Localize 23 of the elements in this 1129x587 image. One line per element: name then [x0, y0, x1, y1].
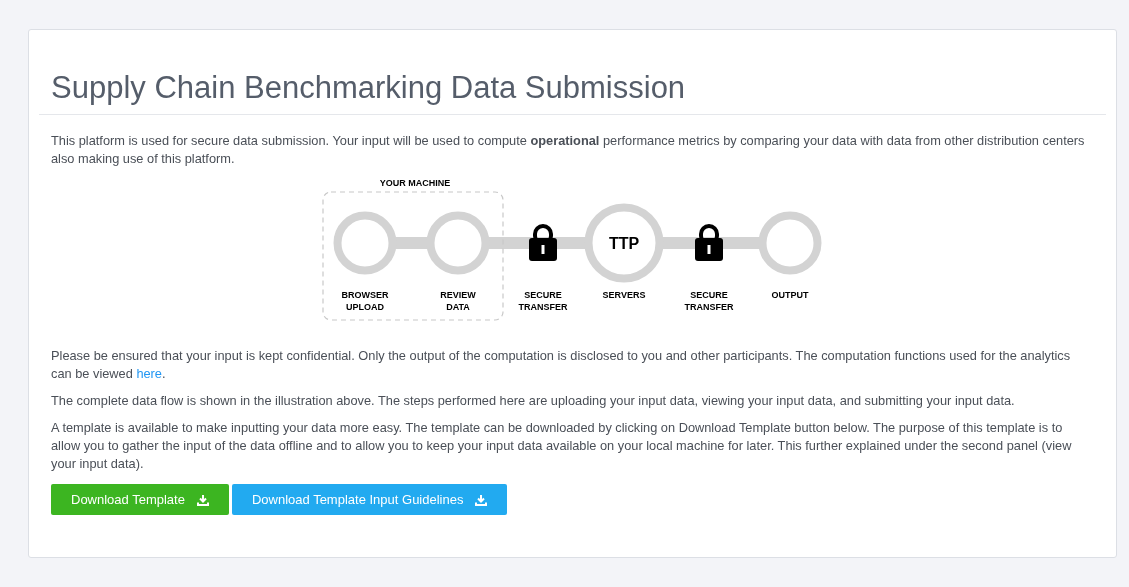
node-text: TTP	[608, 235, 639, 252]
step-label: OUTPUT	[771, 290, 808, 300]
here-link[interactable]: here	[136, 366, 162, 381]
download-icon	[196, 493, 209, 506]
intro-paragraph: This platform is used for secure data submission. Your input will be used to compute operational performance metrics by comparing your data with data from other distribution centers also making use of this platform.	[51, 132, 1086, 168]
step-label: BROWSER UPLOAD	[341, 290, 388, 312]
group-label: YOUR MACHINE	[379, 178, 450, 188]
node-circle	[426, 211, 489, 275]
download-icon	[475, 493, 488, 506]
node-circle	[758, 211, 821, 275]
node-circle	[333, 211, 396, 275]
body-paragraph: Please be ensured that your input is kept confidential. Only the output of the computation is disclosed to you and other participants. The computation functions used for the analytics can be viewed here.	[51, 347, 1072, 383]
body-paragraph: A template is available to make inputting your data more easy. The template can be downloaded by clicking on Download Template button below. The purpose of this template is to allow you to gather the input of the data offline and to allow you to keep your input data available on your local machine for later. This further explained under the second panel (view your input data).	[51, 419, 1073, 473]
download-button[interactable]: Download Template Input Guidelines	[231, 484, 508, 515]
download-button[interactable]: Download Template	[51, 484, 229, 515]
step-label: REVIEW DATA	[439, 290, 476, 312]
lock-icon	[528, 224, 557, 261]
step-label: SECURE TRANSFER	[518, 290, 567, 312]
body-paragraph: The complete data flow is shown in the illustration above. The steps performed here are uploading your input data, viewing your input data, and submitting your input data.	[51, 392, 1016, 410]
step-label: SERVERS	[602, 290, 645, 300]
step-label: SECURE TRANSFER	[684, 290, 733, 312]
lock-icon	[694, 224, 723, 261]
page-title: Supply Chain Benchmarking Data Submission	[39, 68, 1106, 115]
